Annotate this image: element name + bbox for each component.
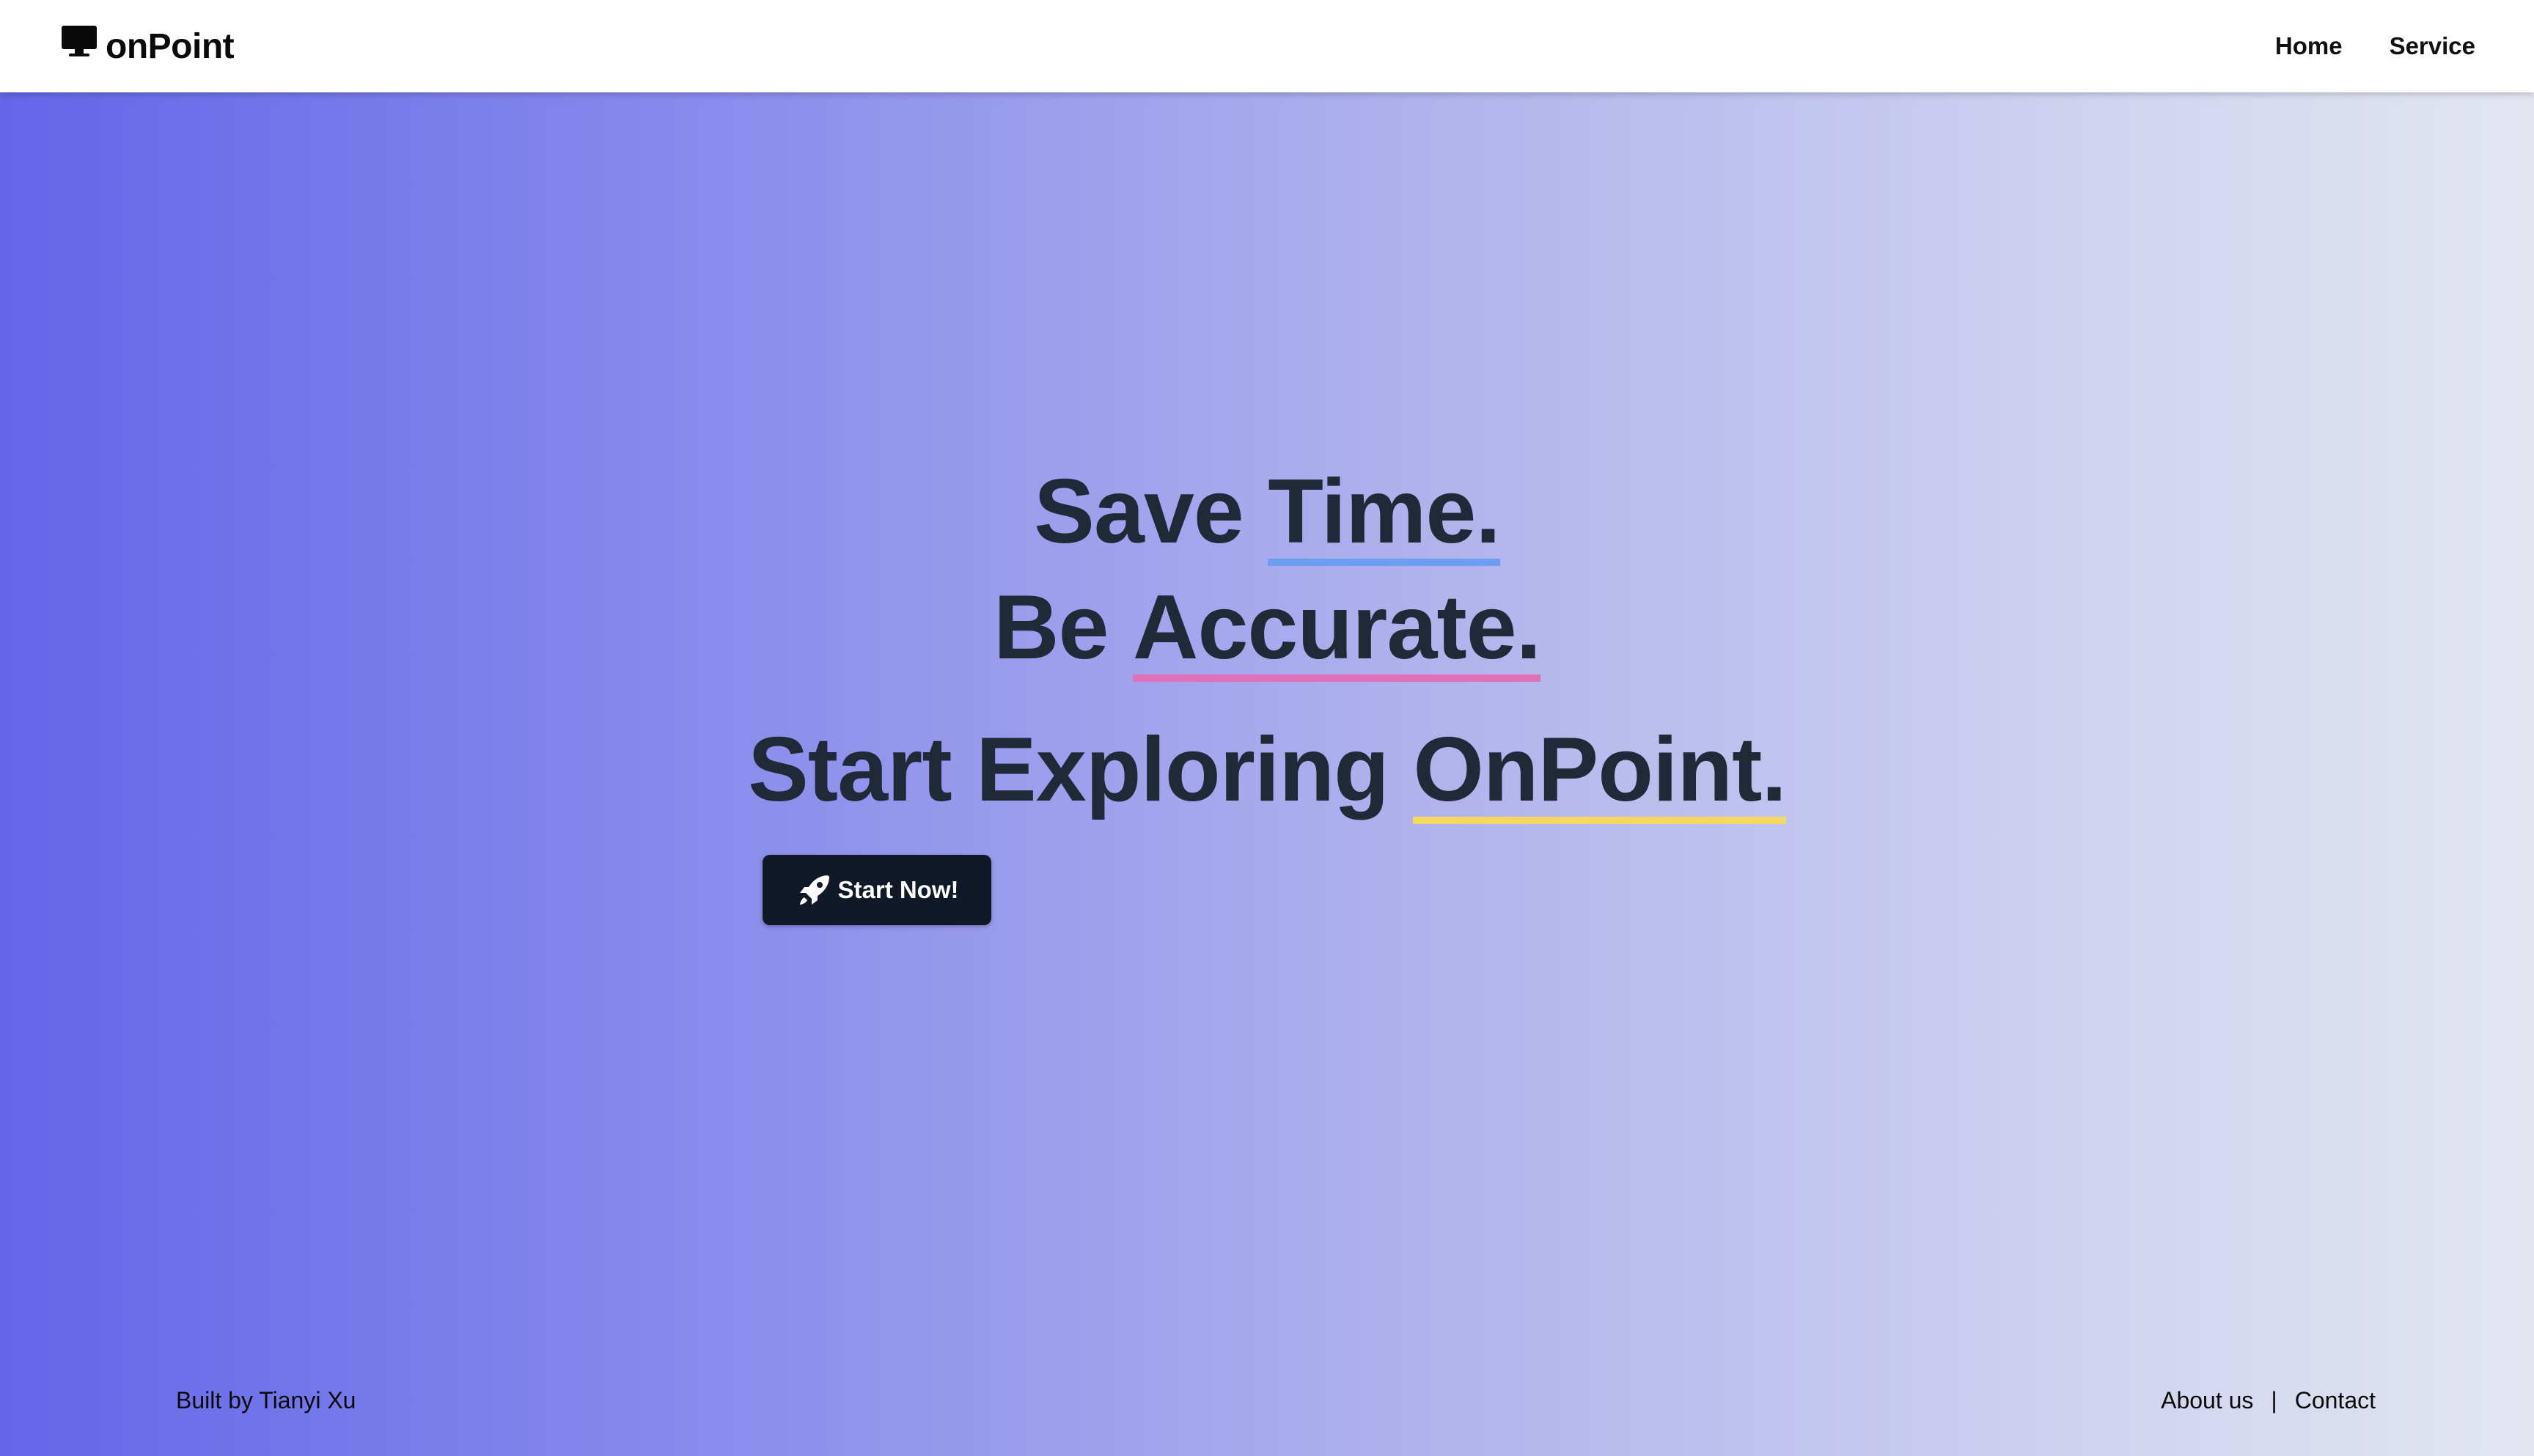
footer-contact-link[interactable]: Contact [2295, 1389, 2376, 1412]
nav-home-link[interactable]: Home [2275, 32, 2343, 60]
start-now-label: Start Now! [837, 876, 959, 903]
headline-line-3: Start Exploring OnPoint. [0, 719, 2534, 824]
hero-section: Save Time. Be Accurate. Start Exploring … [0, 92, 2534, 1339]
headline-line-1: Save Time. [0, 461, 2534, 566]
footer-separator: | [2271, 1387, 2277, 1413]
brand-logo-link[interactable]: onPoint [60, 0, 235, 92]
footer-links: About us | Contact [2161, 1389, 2376, 1412]
headline-accent-accurate: Accurate. [1132, 577, 1541, 682]
headline-line-2: Be Accurate. [0, 577, 2534, 682]
nav-service-link[interactable]: Service [2390, 32, 2475, 60]
start-now-button[interactable]: Start Now! [763, 855, 991, 925]
navbar: onPoint Home Service [0, 0, 2534, 92]
rocket-icon [799, 875, 829, 905]
headline-text: Start Exploring [748, 719, 1414, 820]
headline-accent-time: Time. [1268, 461, 1501, 566]
footer-credit: Built by Tianyi Xu [176, 1387, 356, 1413]
headline-accent-onpoint: OnPoint. [1413, 719, 1787, 824]
brand-name: onPoint [106, 26, 235, 66]
monitor-icon [62, 26, 97, 56]
headline-text: Save [1034, 461, 1268, 562]
headline-text: Be [993, 577, 1133, 678]
footer-about-link[interactable]: About us [2161, 1389, 2253, 1412]
nav-links: Home Service [2228, 0, 2475, 92]
